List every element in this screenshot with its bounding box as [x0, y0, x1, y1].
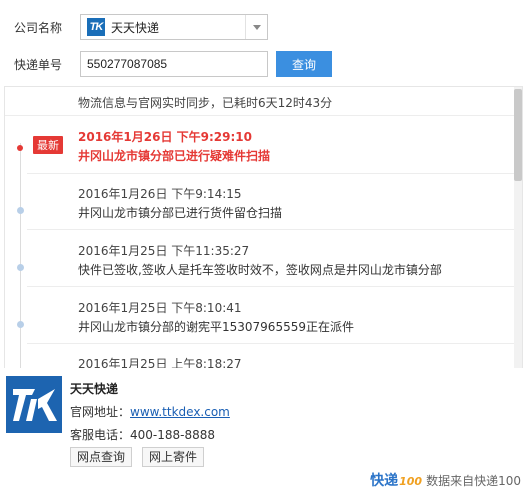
company-phone: 客服电话：400-188-8888: [70, 426, 215, 443]
timeline-dot: [17, 145, 23, 151]
company-row: 公司名称 TK 天天快递: [14, 14, 268, 40]
timeline-item: 2016年1月25日 上午8:18:27: [5, 355, 512, 368]
source-text: 数据来自快递100: [426, 473, 521, 488]
chevron-down-icon[interactable]: [245, 15, 267, 39]
event-desc: 井冈山龙市镇分部的谢宪平15307965559正在派件: [78, 320, 354, 334]
divider: [27, 343, 514, 344]
company-select-value: 天天快递: [111, 20, 160, 35]
timeline-item: 2016年1月25日 下午11:35:27 快件已签收,签收人是托车签收时效不，…: [5, 242, 512, 299]
ttk-logo-icon: [13, 388, 57, 421]
online-ship-button[interactable]: 网上寄件: [142, 447, 205, 467]
divider: [27, 229, 514, 230]
timeline-item: 2016年1月25日 下午8:10:41 井冈山龙市镇分部的谢宪平1530796…: [5, 299, 512, 356]
company-label: 公司名称: [14, 20, 63, 35]
event-desc: 井冈山龙市镇分部已进行货件留仓扫描: [78, 206, 283, 220]
outlet-query-button[interactable]: 网点查询: [70, 447, 133, 467]
tracking-number-input[interactable]: [80, 51, 268, 77]
event-time: 2016年1月25日 上午8:18:27: [78, 357, 242, 368]
event-desc: 井冈山龙市镇分部已进行疑难件扫描: [78, 149, 271, 163]
kuaidi100-logo[interactable]: 快递100: [370, 470, 422, 490]
ttk-logo: [6, 376, 62, 433]
event-time: 2016年1月26日 下午9:14:15: [78, 187, 242, 201]
event-desc: 快件已签收,签收人是托车签收时效不，签收网点是井冈山龙市镇分部: [78, 263, 442, 277]
timeline-dot: [17, 264, 24, 271]
tracking-panel[interactable]: 物流信息与官网实时同步，已耗时6天12时43分 最新 2016年1月26日 下午…: [4, 86, 523, 368]
query-button[interactable]: 查询: [276, 51, 332, 77]
site-label: 官网地址：: [70, 405, 131, 419]
sync-status: 物流信息与官网实时同步，已耗时6天12时43分: [78, 96, 333, 110]
scrollbar-thumb[interactable]: [514, 89, 522, 181]
divider: [5, 115, 514, 116]
number-label: 快递单号: [14, 57, 63, 72]
timeline-dot: [17, 321, 24, 328]
company-select[interactable]: TK 天天快递: [80, 14, 268, 40]
number-row: 快递单号 查询: [14, 51, 332, 77]
latest-badge: 最新: [33, 136, 63, 154]
data-source: 快递100 数据来自快递100: [370, 470, 521, 490]
timeline-item: 最新 2016年1月26日 下午9:29:10 井冈山龙市镇分部已进行疑难件扫描: [5, 128, 512, 185]
timeline-item: 2016年1月26日 下午9:14:15 井冈山龙市镇分部已进行货件留仓扫描: [5, 185, 512, 242]
event-time: 2016年1月26日 下午9:29:10: [78, 130, 252, 144]
divider: [27, 173, 514, 174]
phone-label: 客服电话：: [70, 428, 131, 442]
event-time: 2016年1月25日 下午8:10:41: [78, 301, 242, 315]
divider: [27, 286, 514, 287]
event-time: 2016年1月25日 下午11:35:27: [78, 244, 250, 258]
timeline-dot: [17, 207, 24, 214]
site-link[interactable]: www.ttkdex.com: [130, 405, 230, 419]
company-name: 天天快递: [70, 382, 119, 396]
phone-number: 400-188-8888: [130, 428, 216, 442]
company-site: 官网地址：www.ttkdex.com: [70, 403, 230, 420]
ttk-logo-icon: TK: [87, 18, 105, 36]
